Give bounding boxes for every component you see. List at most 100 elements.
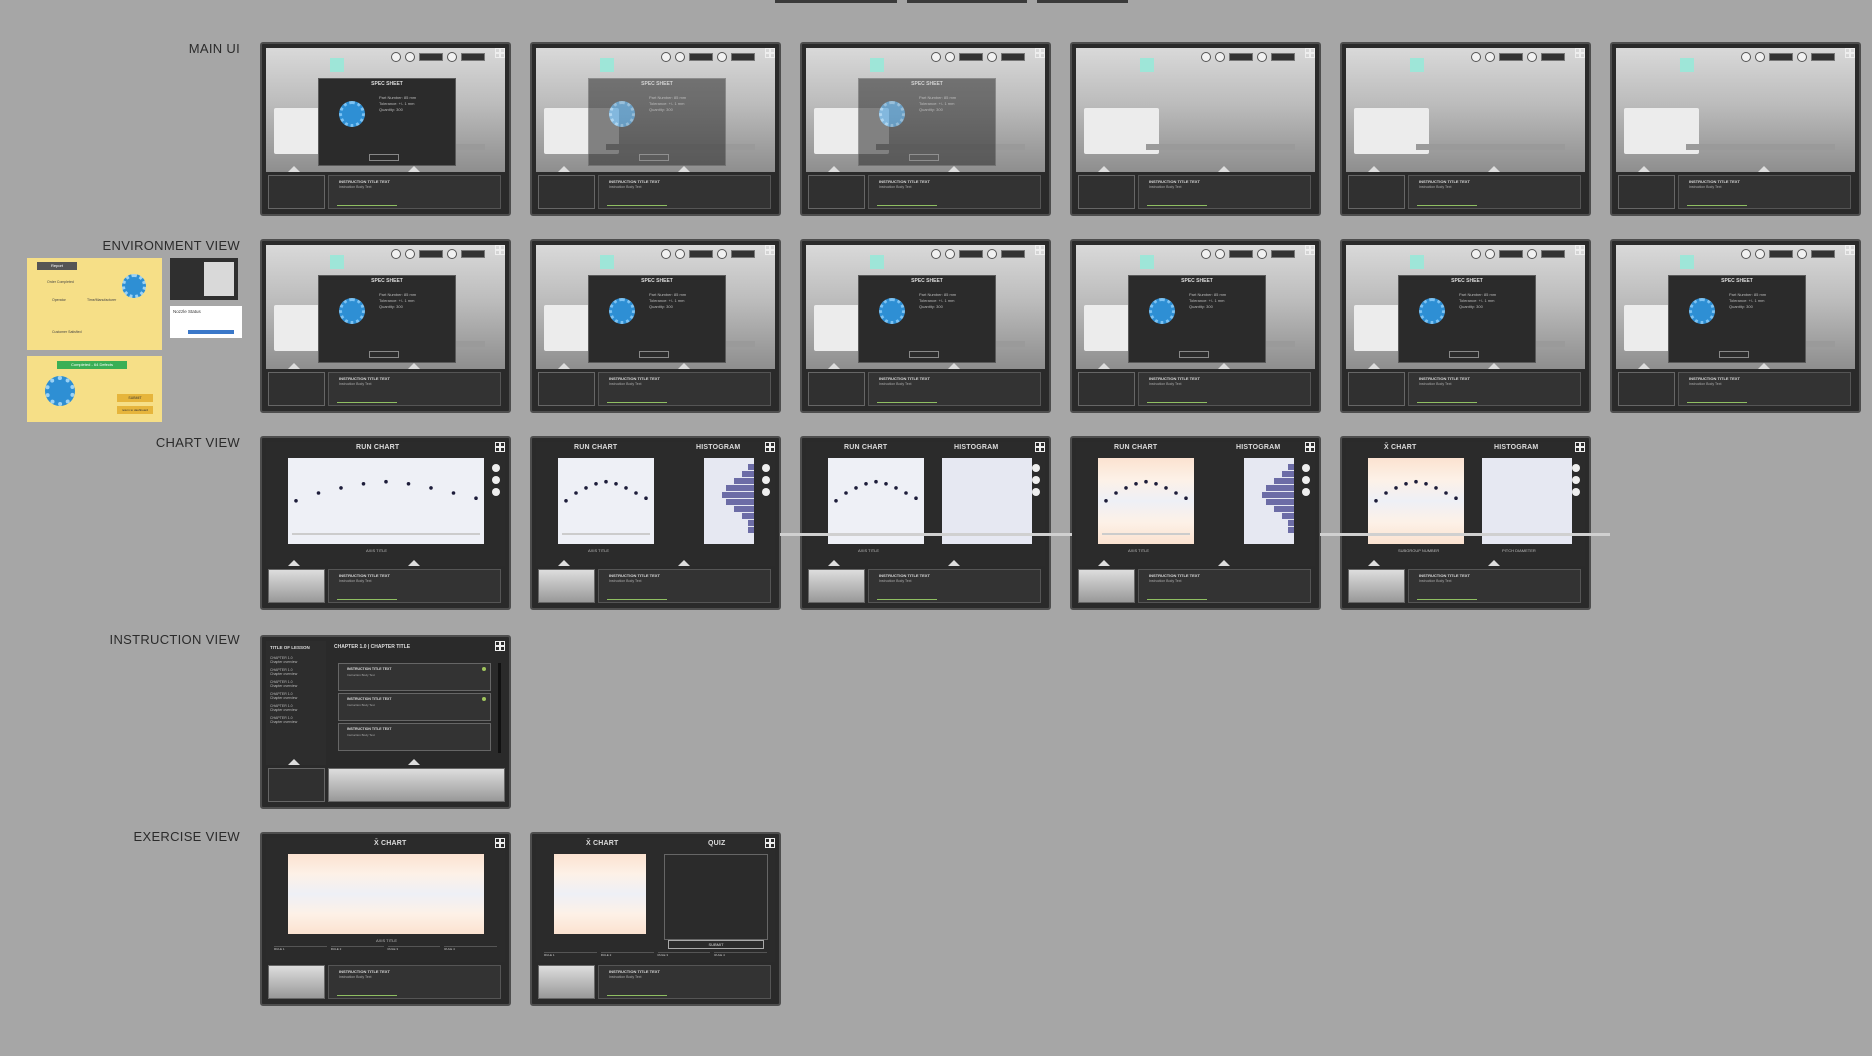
play-icon[interactable]: [1215, 249, 1225, 259]
zoom-icon[interactable]: [762, 464, 770, 472]
environment-thumbnail[interactable]: [1348, 569, 1405, 603]
machine-scene[interactable]: SPEC SHEET Part Number: 85 mm Tolerance:…: [1616, 245, 1855, 369]
instruction-panel[interactable]: INSTRUCTION TITLE TEXT Instruction Body …: [328, 965, 501, 999]
settings-icon[interactable]: [717, 249, 727, 259]
settings-icon[interactable]: [447, 52, 457, 62]
data-point[interactable]: [361, 482, 366, 486]
data-point[interactable]: [294, 499, 298, 503]
instruction-panel[interactable]: INSTRUCTION TITLE TEXT Instruction Body …: [598, 965, 771, 999]
environment-thumbnail[interactable]: [1078, 569, 1135, 603]
instruction-panel[interactable]: INSTRUCTION TITLE TEXT Instruction Body …: [1138, 175, 1311, 209]
run-chart-thumbnail[interactable]: [268, 372, 325, 406]
spec-close-button[interactable]: [369, 351, 399, 358]
grid-icon[interactable]: [1305, 245, 1315, 255]
instruction-panel[interactable]: INSTRUCTION TITLE TEXT Instruction Body …: [1408, 175, 1581, 209]
machine-scene[interactable]: [1076, 48, 1315, 172]
run-chart-thumbnail[interactable]: [538, 372, 595, 406]
machine-scene[interactable]: SPEC SHEET Part Number: 85 mm Tolerance:…: [536, 48, 775, 172]
run-chart-plot[interactable]: [558, 458, 654, 544]
chapter-item[interactable]: CHAPTER 1.0 Chapter overview: [266, 654, 326, 666]
data-point[interactable]: [564, 499, 568, 503]
histogram-plot[interactable]: [1482, 458, 1572, 544]
data-point[interactable]: [1444, 491, 1448, 495]
machine-scene[interactable]: SPEC SHEET Part Number: 85 mm Tolerance:…: [806, 245, 1045, 369]
machine-scene[interactable]: SPEC SHEET Part Number: 85 mm Tolerance:…: [1076, 245, 1315, 369]
instruction-panel[interactable]: INSTRUCTION TITLE TEXT Instruction Body …: [328, 569, 501, 603]
data-point[interactable]: [1404, 482, 1408, 486]
machine-scene[interactable]: SPEC SHEET Part Number: 85 mm Tolerance:…: [1346, 245, 1585, 369]
zoom-icon[interactable]: [1302, 464, 1310, 472]
instruction-card-3[interactable]: INSTRUCTION TITLE TEXT Instruction Body …: [338, 723, 491, 751]
machine-scene[interactable]: [1616, 48, 1855, 172]
chapter-item[interactable]: CHAPTER 1.0 Chapter overview: [266, 690, 326, 702]
grid-icon[interactable]: [1305, 442, 1315, 452]
settings-icon[interactable]: [1257, 249, 1267, 259]
speed-slider[interactable]: [1541, 53, 1565, 61]
run-chart-plot[interactable]: [1368, 458, 1464, 544]
spec-close-button[interactable]: [1179, 351, 1209, 358]
grid-icon[interactable]: [765, 245, 775, 255]
settings-icon[interactable]: [447, 249, 457, 259]
submit-button[interactable]: SUBMIT: [117, 394, 153, 402]
play-icon[interactable]: [405, 249, 415, 259]
data-point[interactable]: [604, 479, 608, 484]
settings-icon[interactable]: [1572, 488, 1580, 496]
play-icon[interactable]: [1755, 52, 1765, 62]
run-chart-thumbnail[interactable]: [1078, 372, 1135, 406]
run-chart-thumbnail[interactable]: [538, 175, 595, 209]
histogram-plot[interactable]: [942, 458, 1032, 544]
speed-slider[interactable]: [461, 250, 485, 258]
record-icon[interactable]: [1201, 52, 1211, 62]
play-icon[interactable]: [675, 249, 685, 259]
environment-thumbnail[interactable]: [268, 569, 325, 603]
grid-icon[interactable]: [1575, 245, 1585, 255]
return-link[interactable]: return to dashboard: [117, 406, 153, 414]
top-tab-2[interactable]: [907, 0, 1027, 3]
instruction-card-2[interactable]: INSTRUCTION TITLE TEXT Instruction Body …: [338, 693, 491, 721]
zoom-icon[interactable]: [1572, 464, 1580, 472]
data-point[interactable]: [1144, 479, 1148, 484]
environment-thumbnail[interactable]: [538, 965, 595, 999]
instruction-panel[interactable]: INSTRUCTION TITLE TEXT Instruction Body …: [598, 372, 771, 406]
data-point[interactable]: [644, 496, 648, 500]
instruction-panel[interactable]: INSTRUCTION TITLE TEXT Instruction Body …: [1678, 175, 1851, 209]
top-tab-1[interactable]: [775, 0, 897, 3]
speed-slider[interactable]: [461, 53, 485, 61]
data-point[interactable]: [1454, 496, 1458, 500]
play-icon[interactable]: [405, 52, 415, 62]
settings-icon[interactable]: [987, 52, 997, 62]
settings-icon[interactable]: [987, 249, 997, 259]
instruction-panel[interactable]: INSTRUCTION TITLE TEXT Instruction Body …: [868, 175, 1041, 209]
settings-icon[interactable]: [717, 52, 727, 62]
grid-icon[interactable]: [495, 48, 505, 58]
data-point[interactable]: [316, 491, 321, 495]
instruction-panel[interactable]: INSTRUCTION TITLE TEXT Instruction Body …: [598, 175, 771, 209]
run-chart-plot[interactable]: [1098, 458, 1194, 544]
environment-thumbnail[interactable]: [808, 569, 865, 603]
grid-icon[interactable]: [1305, 48, 1315, 58]
settings-icon[interactable]: [1032, 488, 1040, 496]
record-icon[interactable]: [1471, 249, 1481, 259]
data-point[interactable]: [1394, 486, 1398, 490]
chapter-item[interactable]: CHAPTER 1.0 Chapter overview: [266, 714, 326, 726]
run-chart-thumbnail[interactable]: [268, 768, 325, 802]
quiz-box[interactable]: [664, 854, 768, 940]
speed-slider[interactable]: [1811, 250, 1835, 258]
grid-icon[interactable]: [1845, 245, 1855, 255]
speed-slider[interactable]: [731, 250, 755, 258]
data-point[interactable]: [1124, 486, 1128, 490]
histogram-plot[interactable]: [1244, 458, 1294, 544]
data-point[interactable]: [1164, 486, 1168, 490]
run-chart-thumbnail[interactable]: [1618, 372, 1675, 406]
speed-slider[interactable]: [1001, 53, 1025, 61]
data-point[interactable]: [594, 482, 598, 486]
settings-icon[interactable]: [1302, 488, 1310, 496]
speed-slider[interactable]: [1001, 250, 1025, 258]
machine-scene[interactable]: SPEC SHEET Part Number: 85 mm Tolerance:…: [266, 48, 505, 172]
record-icon[interactable]: [1201, 249, 1211, 259]
play-icon[interactable]: [1215, 52, 1225, 62]
play-icon[interactable]: [945, 52, 955, 62]
data-point[interactable]: [584, 486, 588, 490]
machine-scene[interactable]: SPEC SHEET Part Number: 85 mm Tolerance:…: [266, 245, 505, 369]
instruction-panel[interactable]: INSTRUCTION TITLE TEXT Instruction Body …: [328, 175, 501, 209]
